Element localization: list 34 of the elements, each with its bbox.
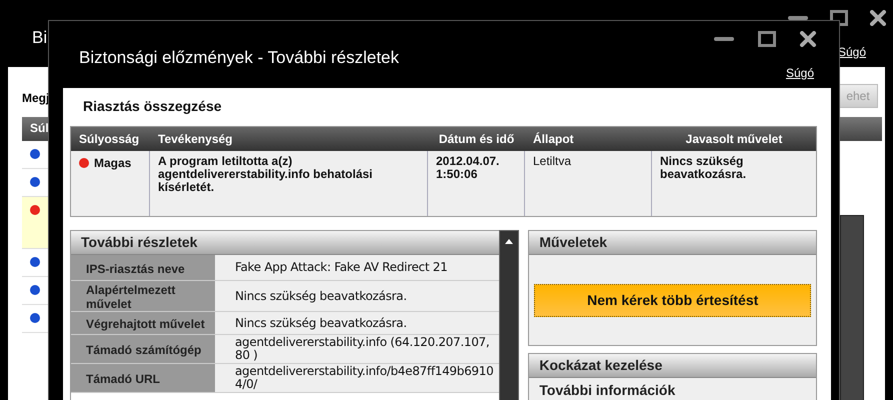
info-link[interactable]: További információk [529,378,816,400]
field-label: IPS-riasztás neve [71,255,215,280]
close-icon[interactable] [799,31,817,47]
help-link[interactable]: Súgó [838,45,866,59]
window-title: Bi [32,28,48,48]
field-label: Alapértelmezett művelet [71,281,215,311]
panel-header: Kockázat kezelése [529,354,816,378]
close-icon[interactable] [870,10,886,26]
table-cell: Letiltva [525,151,652,216]
section-heading: Riasztás összegzése [82,98,223,116]
field-value: Fake App Attack: Fake AV Redirect 21 [215,255,500,280]
table-cell: Magas [94,156,132,170]
window-title: Biztonsági előzmények - További részletek [79,48,400,68]
field-label: Támadó számítógép [71,335,215,363]
panel-header: Műveletek [529,231,816,255]
notification-button[interactable]: Nem kérek több értesítést [534,284,811,316]
minimize-icon[interactable] [788,15,808,21]
field-label: Támadó URL [71,364,215,392]
label: Megj [22,91,50,105]
field-value: agentdelivererstability.info (64.120.207.107, 80 ) [215,335,500,363]
minimize-icon[interactable] [713,36,735,42]
scrollbar[interactable] [840,215,864,400]
maximize-icon[interactable] [757,31,777,47]
table-cell-text: Nincs szükség beavatkozásra. [659,153,748,183]
help-link[interactable]: Súgó [786,66,814,80]
field-value: Nincs szükség beavatkozásra. [215,312,500,334]
field-value: agentdelivererstability.info/b4e87ff149b69104/0/ [215,364,500,392]
table-cell: 2012.04.07. 1:50:06 [428,151,525,216]
field-value: Nincs szükség beavatkozásra. [215,281,500,311]
scrollbar[interactable] [499,230,520,400]
field-label: Végrehajtott művelet [71,312,215,334]
scroll-up-icon[interactable] [504,237,514,245]
table-cell: A program letiltotta a(z) agentdelivererstability.info behatolási kísérletét. [150,151,428,216]
panel-header: További részletek [71,231,500,255]
